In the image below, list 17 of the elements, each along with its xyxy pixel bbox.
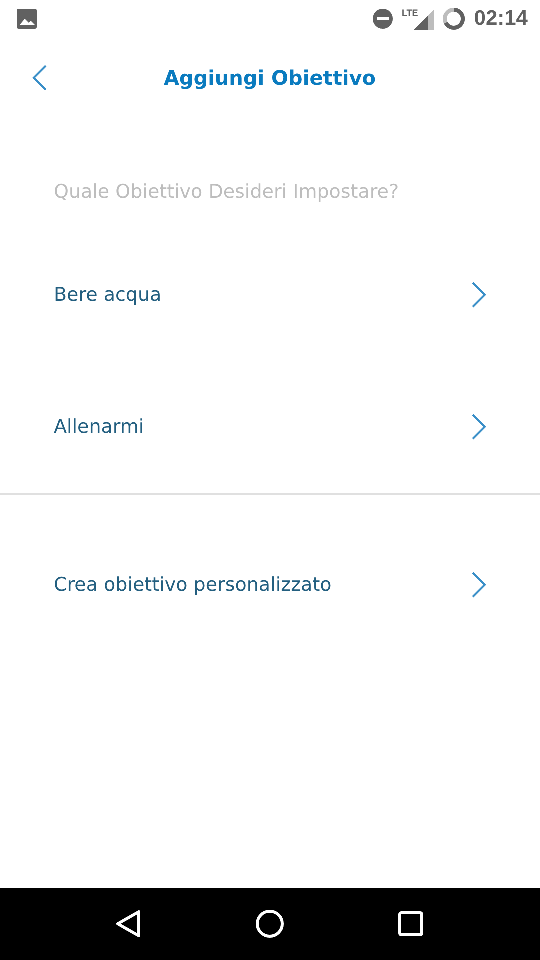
home-nav-icon[interactable] [254,909,285,939]
loading-ring-icon [442,7,466,31]
clock: 02:14 [474,7,528,31]
question-text: Quale Obiettivo Desideri Impostare? [54,180,400,204]
image-icon [16,8,38,30]
back-nav-icon[interactable] [116,910,142,938]
goal-option[interactable]: Allenarmi [0,361,540,493]
chevron-right-icon [472,414,486,440]
network-type: LTE [402,8,418,18]
recents-nav-icon[interactable] [398,911,424,937]
chevron-right-icon [472,282,486,308]
page-title: Aggiungi Obiettivo [164,66,376,90]
do-not-disturb-icon [372,8,394,30]
back-icon[interactable] [32,65,48,91]
goal-option[interactable]: Bere acqua [0,229,540,361]
goal-option[interactable]: Crea obiettivo personalizzato [0,519,540,651]
chevron-right-icon [472,572,486,598]
